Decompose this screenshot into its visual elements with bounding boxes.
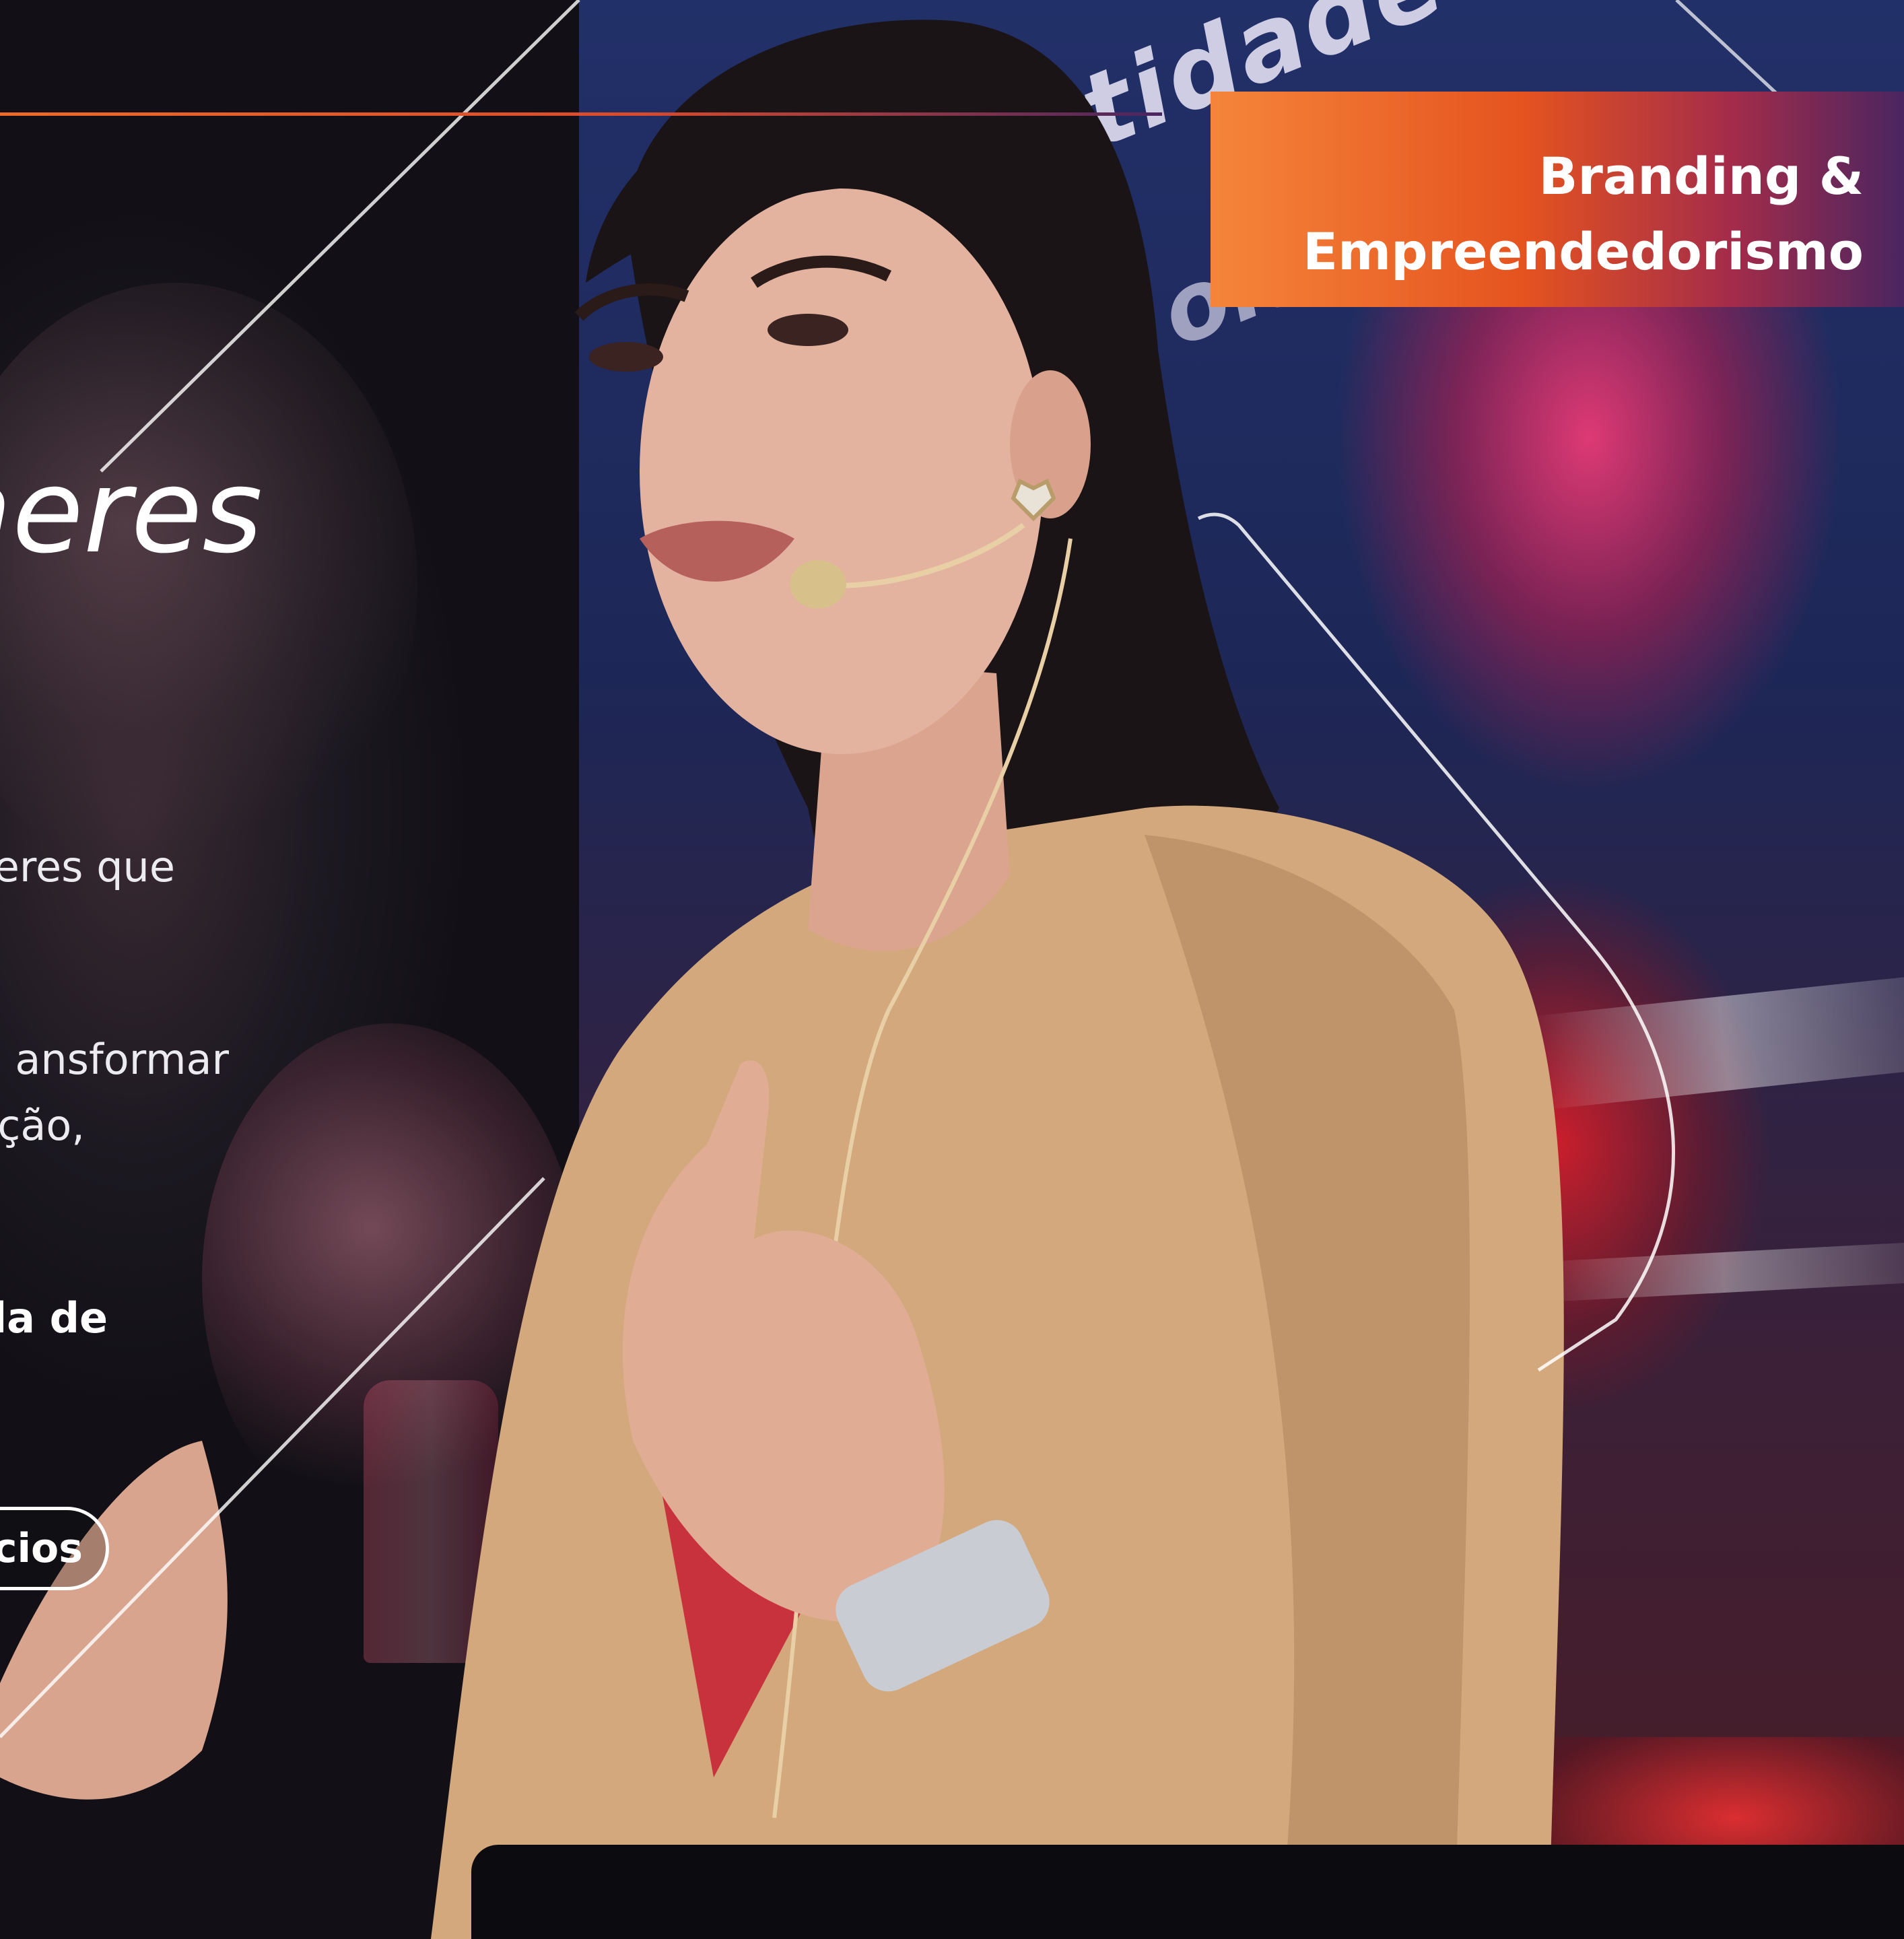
header-accent-rule bbox=[0, 112, 1162, 116]
speaker-eye bbox=[768, 314, 848, 346]
category-badge: Branding & Empreendedorismo bbox=[1211, 92, 1904, 307]
speaker-left-hand bbox=[0, 1441, 228, 1800]
lectern bbox=[471, 1845, 1904, 1939]
category-badge-line-2: Empreendedorismo bbox=[1303, 222, 1864, 281]
hero-body-text: ção, bbox=[0, 1101, 85, 1150]
hero-section: ntidade d olas bbox=[0, 0, 1904, 1939]
category-badge-line-1: Branding & bbox=[1538, 146, 1864, 206]
speaker-eye bbox=[589, 342, 663, 372]
hero-headline: heres bbox=[0, 444, 263, 579]
cta-button[interactable]: cios bbox=[0, 1507, 109, 1590]
headset-mic-icon bbox=[790, 560, 846, 609]
hero-emphasis-text: da de bbox=[0, 1293, 108, 1342]
hero-body-text: ansformar bbox=[15, 1035, 229, 1084]
speaker-face bbox=[640, 189, 1044, 754]
hero-body-text: eres que bbox=[0, 842, 175, 891]
